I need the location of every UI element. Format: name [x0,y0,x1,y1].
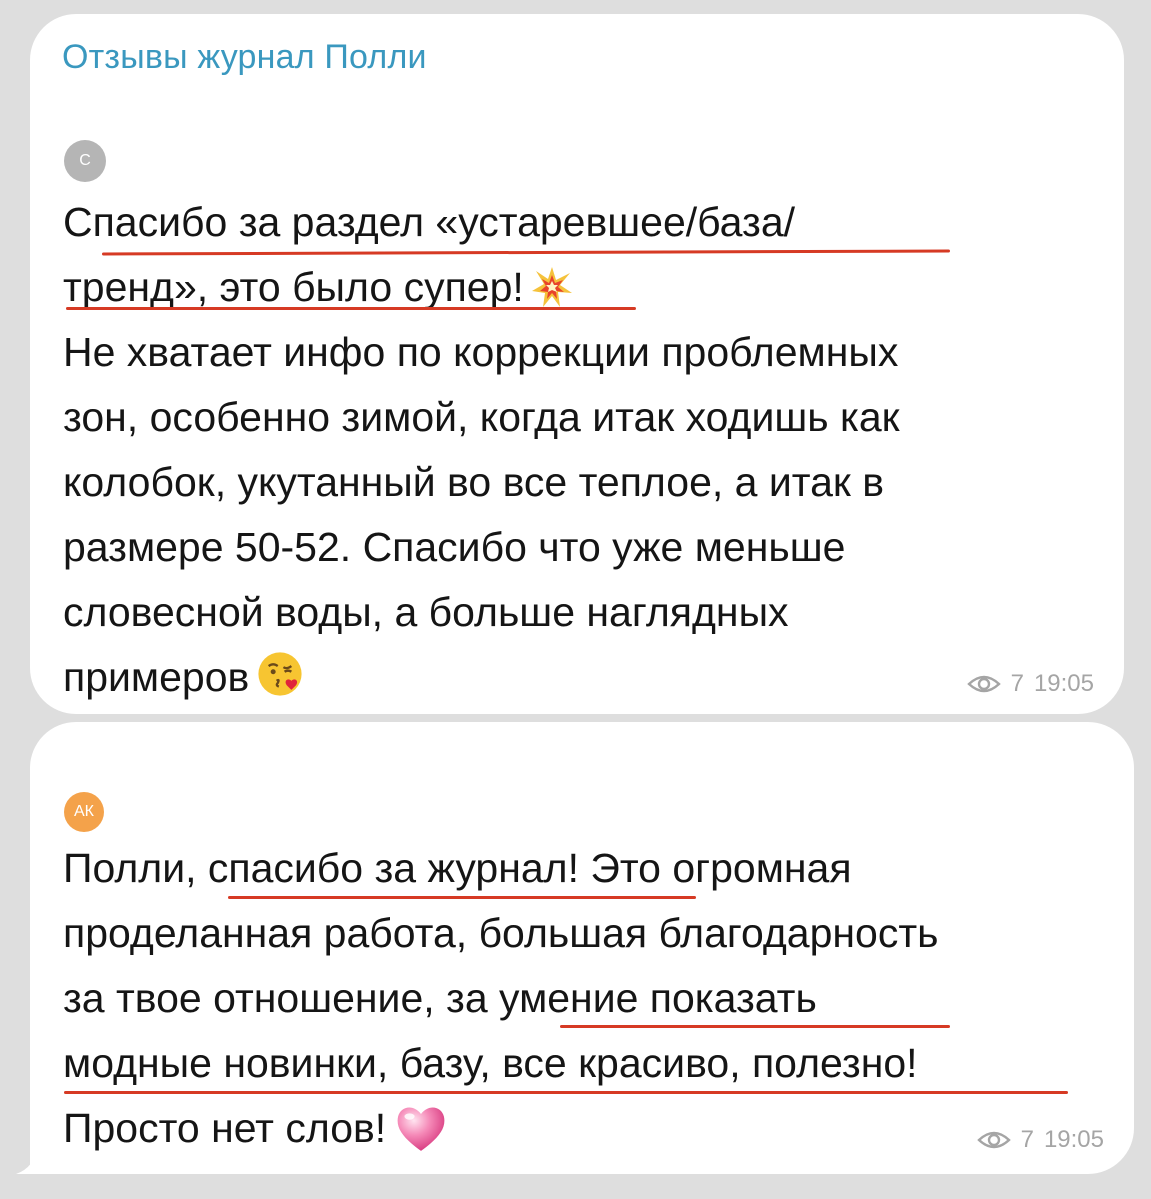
highlight-underline [66,307,636,310]
collision-emoji-icon [531,267,572,307]
message-time: 19:05 [1043,1126,1104,1153]
message-line: словесной воды, а больше наглядных [63,589,789,635]
avatar[interactable]: АК [64,792,104,832]
pink-heart-emoji-icon [397,1107,445,1151]
message-time: 19:05 [1033,670,1094,697]
message-text: Спасибо за раздел «устаревшее/база/ трен… [63,190,900,710]
message-line: Не хватает инфо по коррекции проблемных [63,329,899,375]
message-line: за твое отношение, за умение показать [63,975,817,1021]
message-line: размере 50-52. Спасибо что уже меньше [63,524,846,570]
message-bubble-1[interactable]: Отзывы журнал Полли С Спасибо за раздел … [30,14,1124,714]
message-meta: 7 19:05 [976,1126,1104,1154]
highlight-underline [560,1025,950,1028]
message-line: зон, особенно зимой, когда итак ходишь к… [63,394,900,440]
message-line: колобок, укутанный во все теплое, а итак… [63,459,885,505]
view-count: 7 [1010,670,1024,697]
message-line-text: тренд», это было супер! [63,264,524,310]
message-line-with-emoji: тренд», это было супер! [63,255,900,320]
channel-title[interactable]: Отзывы журнал Полли [62,38,427,77]
message-line: проделанная работа, большая благодарност… [63,910,939,956]
message-line-with-emoji: Просто нет слов! [63,1096,938,1161]
message-line-text: примеров [63,654,250,700]
message-line: модные новинки, базу, все красиво, полез… [63,1040,918,1086]
message-meta: 7 19:05 [966,670,1094,698]
view-count: 7 [1020,1126,1034,1153]
message-line-text: Просто нет слов! [63,1105,387,1151]
highlight-underline [228,896,696,899]
message-text: Полли, спасибо за журнал! Это огромная п… [63,836,938,1161]
eye-icon [966,675,1001,693]
message-line: Полли, спасибо за журнал! Это огромная [63,845,852,891]
message-line: Спасибо за раздел «устаревшее/база/ [63,199,796,245]
eye-icon [976,1131,1011,1149]
message-line-with-emoji: примеров [63,645,900,710]
message-bubble-2[interactable]: АК Полли, спасибо за журнал! Это огромна… [30,722,1134,1174]
avatar[interactable]: С [64,140,106,182]
highlight-underline [64,1091,1068,1094]
kissing-heart-emoji-icon [258,652,302,696]
